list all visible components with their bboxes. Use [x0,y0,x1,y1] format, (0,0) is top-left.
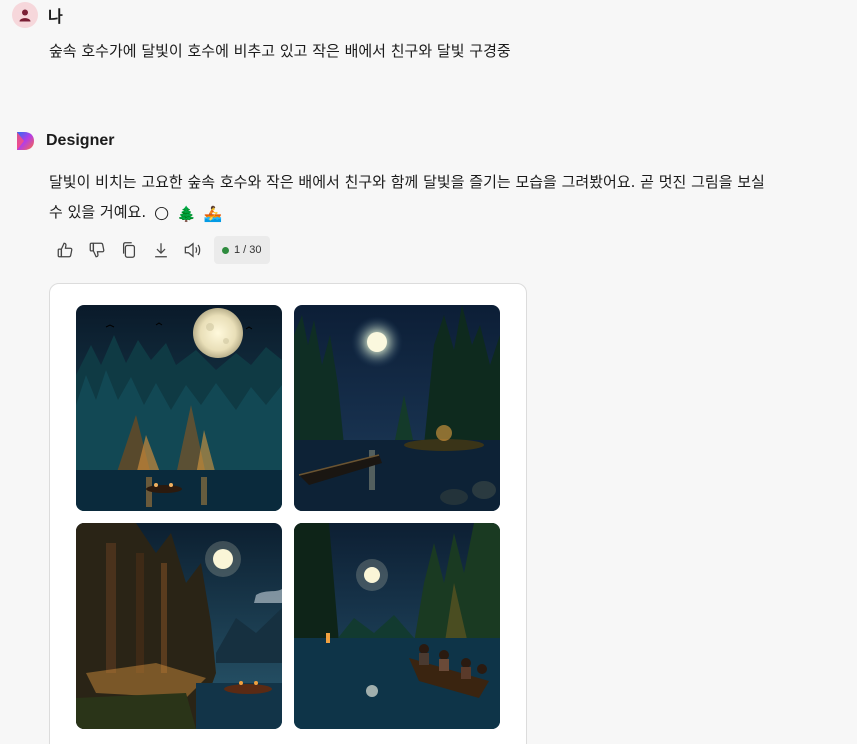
assistant-message-text: 달빛이 비치는 고요한 숲속 호수와 작은 배에서 친구와 함께 달빛을 즐기는… [49,167,854,229]
generated-image-3[interactable] [76,523,282,729]
download-icon [155,243,167,258]
assistant-text-line-2-text: 수 있을 거예요. [49,203,147,221]
user-message-header: 나 [12,2,63,28]
read-aloud-button[interactable] [180,237,206,263]
assistant-message-header: Designer [14,130,114,152]
generated-image-1[interactable] [76,305,282,511]
message-action-bar: 1 / 30 [52,236,270,264]
copy-button[interactable] [116,237,142,263]
image-count-text: 1 / 30 [234,244,262,256]
user-message-text: 숲속 호수가에 달빛이 호수에 비추고 있고 작은 배에서 친구와 달빛 구경중 [49,42,511,60]
generated-image-2[interactable] [294,305,500,511]
assistant-text-line-1: 달빛이 비치는 고요한 숲속 호수와 작은 배에서 친구와 함께 달빛을 즐기는… [49,173,765,191]
user-icon [19,9,31,22]
thumbs-down-icon [89,242,105,258]
assistant-text-line-2: 수 있을 거예요. 🌕 🌲 🚣 [49,197,854,229]
thumbs-up-button[interactable] [52,237,78,263]
generated-images-card [49,283,527,744]
download-button[interactable] [148,237,174,263]
user-avatar [12,2,38,28]
copy-icon [122,242,136,258]
full-moon-icon: 🌕 [153,205,170,223]
chat-page: 나 숲속 호수가에 달빛이 호수에 비추고 있고 작은 배에서 친구와 달빛 구… [0,0,857,744]
thumbs-up-icon [57,242,73,258]
evergreen-tree-icon: 🌲 [177,205,196,223]
designer-logo-icon [17,132,34,150]
thumbs-down-button[interactable] [84,237,110,263]
status-dot [222,246,229,254]
user-name: 나 [48,9,63,26]
speaker-icon [184,242,201,258]
rowboat-icon: 🚣 [203,205,223,223]
assistant-name: Designer [46,132,115,149]
generated-image-4[interactable] [294,523,500,729]
image-count-badge: 1 / 30 [214,236,270,264]
